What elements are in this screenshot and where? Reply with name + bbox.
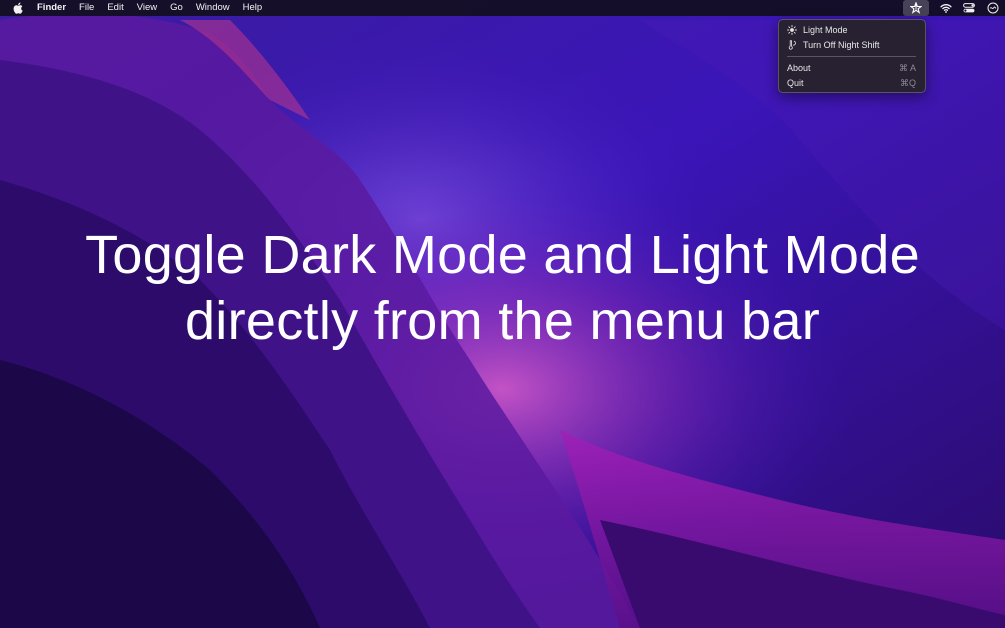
menu-item-quit[interactable]: Quit ⌘Q	[787, 76, 916, 90]
menu-item-light-mode[interactable]: Light Mode	[787, 23, 916, 37]
promo-headline: Toggle Dark Mode and Light Mode directly…	[0, 222, 1005, 354]
night-mode-star-icon[interactable]	[903, 0, 929, 16]
menu-edit[interactable]: Edit	[107, 0, 123, 16]
menu-help[interactable]: Help	[243, 0, 263, 16]
night-shift-icon	[787, 40, 797, 50]
menu-go[interactable]: Go	[170, 0, 183, 16]
menu-item-about[interactable]: About ⌘ A	[787, 61, 916, 75]
sun-icon	[787, 25, 797, 35]
menu-bar: Finder File Edit View Go Window Help	[0, 0, 1005, 16]
headline-line-1: Toggle Dark Mode and Light Mode	[85, 225, 920, 285]
control-center-icon[interactable]	[957, 0, 981, 16]
menu-item-label: Turn Off Night Shift	[803, 40, 880, 50]
menu-window[interactable]: Window	[196, 0, 230, 16]
menu-item-label: Quit	[787, 78, 804, 88]
wifi-icon[interactable]	[935, 0, 957, 16]
status-menu-dropdown: Light Mode Turn Off Night Shift About ⌘ …	[778, 19, 926, 93]
menu-bar-left: Finder File Edit View Go Window Help	[0, 0, 275, 16]
menu-item-night-shift[interactable]: Turn Off Night Shift	[787, 38, 916, 52]
menu-item-label: About	[787, 63, 811, 73]
siri-icon[interactable]	[981, 0, 1005, 16]
menu-bar-status-area	[903, 0, 1005, 16]
apple-logo-icon[interactable]	[13, 2, 23, 14]
menu-item-shortcut: ⌘Q	[899, 77, 916, 88]
menu-file[interactable]: File	[79, 0, 94, 16]
menu-item-label: Light Mode	[803, 25, 848, 35]
menu-separator	[787, 56, 916, 57]
menu-app-finder[interactable]: Finder	[37, 0, 66, 16]
menu-view[interactable]: View	[137, 0, 157, 16]
menu-item-shortcut: ⌘ A	[898, 62, 916, 73]
headline-line-2: directly from the menu bar	[184, 291, 821, 351]
